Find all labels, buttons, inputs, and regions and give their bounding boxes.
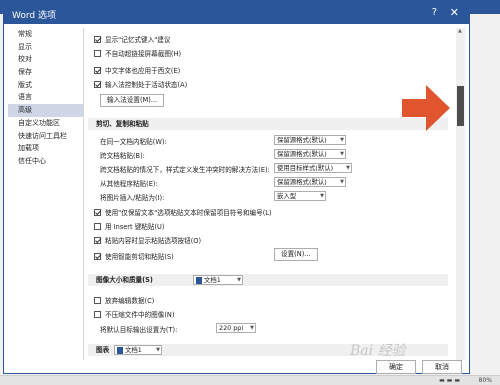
paste-cross-doc-select[interactable]: 保留源格式(默认) ▼: [274, 149, 346, 159]
document-icon: [117, 346, 123, 354]
sidebar-item-trust-center[interactable]: 信任中心: [8, 155, 83, 168]
checkbox[interactable]: [94, 296, 101, 304]
paste-cross-doc-label: 跨文档粘贴(B):: [100, 152, 145, 160]
insert-picture-as-label: 将图片插入/粘贴为(I):: [100, 194, 165, 202]
checkbox[interactable]: [94, 252, 101, 260]
chevron-down-icon: ▼: [237, 277, 241, 283]
chart-doc-select[interactable]: 文档1 ▼: [114, 345, 162, 355]
chevron-down-icon: ▼: [340, 151, 344, 157]
paste-style-conflict-label: 跨文档粘贴的情况下，样式定义发生冲突时的解决方法(E):: [100, 166, 270, 174]
dialog-title: Word 选项: [12, 11, 56, 21]
watermark: Bai 经验: [350, 343, 406, 359]
option-no-compress-images[interactable]: 不压缩文件中的图像(N): [94, 309, 174, 319]
section-image-size-quality: 图像大小和质量(S): [88, 274, 448, 286]
sidebar-item-display[interactable]: 显示: [8, 41, 83, 54]
annotation-arrow-icon: [402, 85, 450, 131]
zoom-level[interactable]: 80%: [479, 377, 492, 384]
options-content: 显示"记忆式键入"建议 不自动超链接屏幕截图(H) 中文字体也应用于西文(E) …: [88, 28, 456, 360]
checkbox[interactable]: [94, 35, 101, 43]
paste-same-doc-select[interactable]: 保留源格式(默认) ▼: [274, 135, 346, 145]
paste-other-program-label: 从其他程序粘贴(E):: [100, 180, 158, 188]
view-controls[interactable]: ▬ ▬ ▬: [439, 377, 460, 384]
option-keep-bullets[interactable]: 使用"仅保留文本"选项粘贴文本时保留项目符号和编号(L): [94, 207, 272, 217]
options-sidebar: 常规 显示 校对 保存 版式 语言 高级 自定义功能区 快速访问工具栏 加载项 …: [8, 28, 84, 360]
option-show-paste-options[interactable]: 粘贴内容时显示粘贴选项按钮(O): [94, 235, 201, 245]
word-status-bar: ▬ ▬ ▬ 80%: [0, 375, 500, 385]
document-icon: [196, 276, 202, 284]
chevron-down-icon: ▼: [340, 179, 344, 185]
sidebar-item-quick-access[interactable]: 快速访问工具栏: [8, 130, 83, 143]
ime-settings-button[interactable]: 输入法设置(M)...: [100, 94, 165, 107]
checkbox[interactable]: [94, 310, 101, 318]
image-doc-select[interactable]: 文档1 ▼: [193, 275, 243, 285]
chevron-down-icon: ▼: [340, 137, 344, 143]
option-discard-editing-data[interactable]: 放弃编辑数据(C): [94, 295, 154, 305]
sidebar-item-proofing[interactable]: 校对: [8, 53, 83, 66]
default-resolution-label: 将默认目标输出设置为(T):: [100, 326, 178, 334]
sidebar-item-customize-ribbon[interactable]: 自定义功能区: [8, 117, 83, 130]
options-scrollbar[interactable]: ▲: [456, 28, 465, 360]
smart-paste-settings-button[interactable]: 设置(N)...: [274, 248, 318, 261]
checkbox[interactable]: [94, 80, 101, 88]
sidebar-item-typography[interactable]: 版式: [8, 79, 83, 92]
dialog-titlebar: Word 选项 ? ✕: [4, 4, 469, 24]
section-cut-copy-paste: 剪切、复制和粘贴: [88, 118, 448, 130]
option-autocomplete[interactable]: 显示"记忆式键入"建议: [94, 34, 170, 44]
help-icon[interactable]: ?: [432, 7, 437, 18]
default-resolution-select[interactable]: 220 ppi ▼: [216, 323, 256, 333]
checkbox[interactable]: [94, 236, 101, 244]
ok-button[interactable]: 确定: [376, 360, 416, 374]
sidebar-item-save[interactable]: 保存: [8, 66, 83, 79]
close-icon[interactable]: ✕: [450, 6, 459, 19]
option-chinese-font-latin[interactable]: 中文字体也应用于西文(E): [94, 65, 180, 75]
chevron-down-icon: ▼: [320, 193, 324, 199]
chevron-down-icon: ▼: [346, 165, 350, 171]
checkbox[interactable]: [94, 49, 101, 57]
checkbox[interactable]: [94, 208, 101, 216]
paste-other-program-select[interactable]: 保留源格式(默认) ▼: [274, 177, 346, 187]
option-smart-cut-paste[interactable]: 使用智能剪切和粘贴(S): [94, 251, 174, 261]
sidebar-item-addins[interactable]: 加载项: [8, 142, 83, 155]
checkbox[interactable]: [94, 222, 101, 230]
option-insert-key-paste[interactable]: 用 Insert 键粘贴(U): [94, 221, 164, 231]
option-ime-control[interactable]: 输入法控制处于活动状态(A): [94, 79, 187, 89]
sidebar-item-general[interactable]: 常规: [8, 28, 83, 41]
paste-style-conflict-select[interactable]: 使用目标样式(默认) ▼: [274, 163, 352, 173]
scrollbar-thumb[interactable]: [457, 86, 464, 126]
option-no-auto-hyperlink[interactable]: 不自动超链接屏幕截图(H): [94, 48, 181, 58]
paste-same-doc-label: 在同一文档内粘贴(W):: [100, 138, 167, 146]
word-options-dialog: Word 选项 ? ✕ 常规 显示 校对 保存 版式 语言 高级 自定义功能区 …: [3, 3, 470, 374]
sidebar-item-advanced[interactable]: 高级: [8, 104, 83, 117]
scroll-up-icon[interactable]: ▲: [458, 28, 462, 34]
insert-picture-as-select[interactable]: 嵌入型 ▼: [274, 191, 326, 201]
sidebar-item-language[interactable]: 语言: [8, 91, 83, 104]
chevron-down-icon: ▼: [156, 347, 160, 353]
checkbox[interactable]: [94, 66, 101, 74]
chevron-down-icon: ▼: [250, 325, 254, 331]
cancel-button[interactable]: 取消: [422, 360, 462, 374]
